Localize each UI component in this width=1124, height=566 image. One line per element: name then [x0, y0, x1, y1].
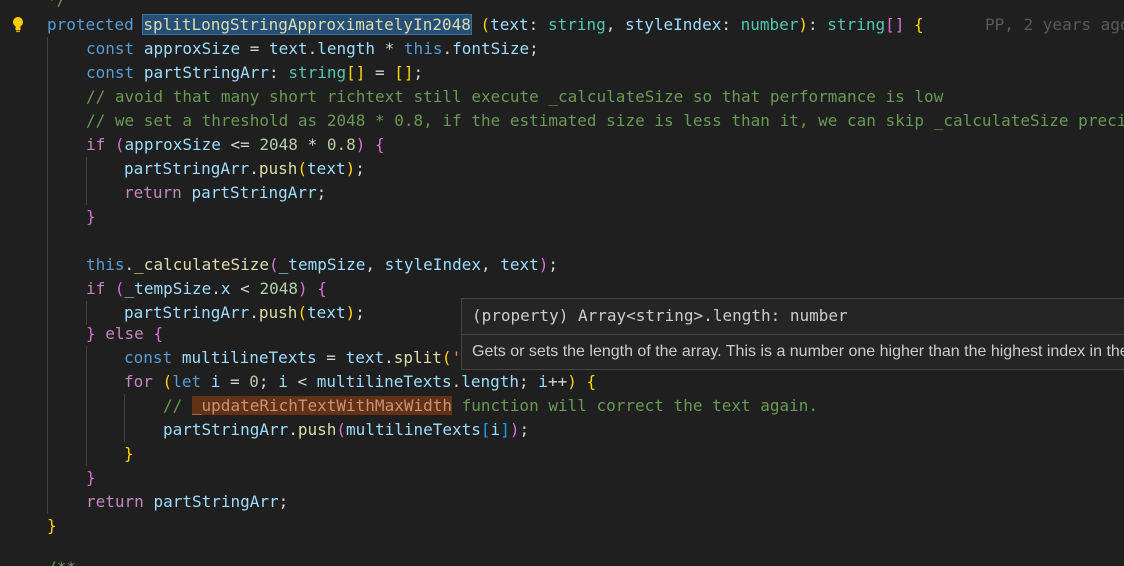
code-line[interactable]: const approxSize = text.length * this.fo… [0, 37, 1124, 61]
code-line[interactable]: if (approxSize <= 2048 * 0.8) { [0, 133, 1124, 157]
hover-documentation: Gets or sets the length of the array. Th… [472, 343, 1124, 360]
code-line[interactable]: // _updateRichTextWithMaxWidth function … [0, 394, 1124, 418]
code-line[interactable]: this._calculateSize(_tempSize, styleInde… [0, 253, 1124, 277]
indent-guide [47, 322, 48, 346]
code-line[interactable]: return partStringArr; [0, 490, 1124, 514]
code-line[interactable]: return partStringArr; [0, 181, 1124, 205]
method-name-selected[interactable]: splitLongStringApproximatelyIn2048 [142, 14, 472, 35]
comment-token: */ [47, 0, 66, 9]
indent-guide [86, 370, 87, 394]
comment-token: // avoid that many short richtext still … [86, 87, 944, 106]
indent-guide [47, 85, 48, 109]
indent-guide [86, 394, 87, 418]
hover-tooltip[interactable]: (property) Array<string>.length: number … [461, 298, 1124, 370]
code-line[interactable]: protected splitLongStringApproximatelyIn… [0, 13, 1124, 37]
indent-guide [47, 394, 48, 418]
code-line[interactable]: } [0, 205, 1124, 229]
hover-divider [462, 334, 1124, 335]
indent-guide [86, 442, 87, 466]
indent-guide [124, 394, 125, 418]
code-line[interactable]: partStringArr.push(text); [0, 157, 1124, 181]
indent-guide [47, 466, 48, 490]
indent-guide [86, 418, 87, 442]
indent-guide [47, 61, 48, 85]
indent-guide [47, 418, 48, 442]
indent-guide [124, 418, 125, 442]
indent-guide [47, 442, 48, 466]
comment-token: // we set a threshold as 2048 * 0.8, if … [86, 111, 1124, 130]
code-line[interactable]: // avoid that many short richtext still … [0, 85, 1124, 109]
code-line[interactable] [0, 229, 1124, 253]
code-line[interactable]: // we set a threshold as 2048 * 0.8, if … [0, 109, 1124, 133]
indent-guide [47, 37, 48, 61]
indent-guide [47, 205, 48, 229]
code-line[interactable]: /** [0, 556, 1124, 566]
indent-guide [47, 490, 48, 514]
git-blame-annotation: PP, 2 years ago [985, 15, 1124, 34]
lightbulb-icon[interactable] [10, 16, 26, 34]
code-line[interactable]: for (let i = 0; i < multilineTexts.lengt… [0, 370, 1124, 394]
comment-reference-highlight[interactable]: _updateRichTextWithMaxWidth [191, 396, 452, 415]
indent-guide [47, 181, 48, 205]
indent-guide [86, 157, 87, 181]
indent-guide [86, 181, 87, 205]
indent-guide [47, 370, 48, 394]
indent-guide [47, 109, 48, 133]
code-editor[interactable]: */ protected splitLongStringApproximatel… [0, 0, 1124, 566]
code-line[interactable]: } [0, 442, 1124, 466]
hovered-token-length[interactable]: length [461, 372, 519, 391]
code-line[interactable]: const partStringArr: string[] = []; [0, 61, 1124, 85]
indent-guide [47, 133, 48, 157]
indent-guide [47, 229, 48, 253]
code-line[interactable]: } [0, 514, 1124, 538]
indent-guide [47, 277, 48, 301]
indent-guide [47, 157, 48, 181]
indent-guide [86, 346, 87, 370]
indent-guide [47, 253, 48, 277]
code-line[interactable]: partStringArr.push(multilineTexts[i]); [0, 418, 1124, 442]
indent-guide [47, 346, 48, 370]
code-line[interactable]: */ [0, 0, 1124, 12]
hover-signature: (property) Array<string>.length: number [472, 306, 848, 325]
code-line[interactable]: } [0, 466, 1124, 490]
